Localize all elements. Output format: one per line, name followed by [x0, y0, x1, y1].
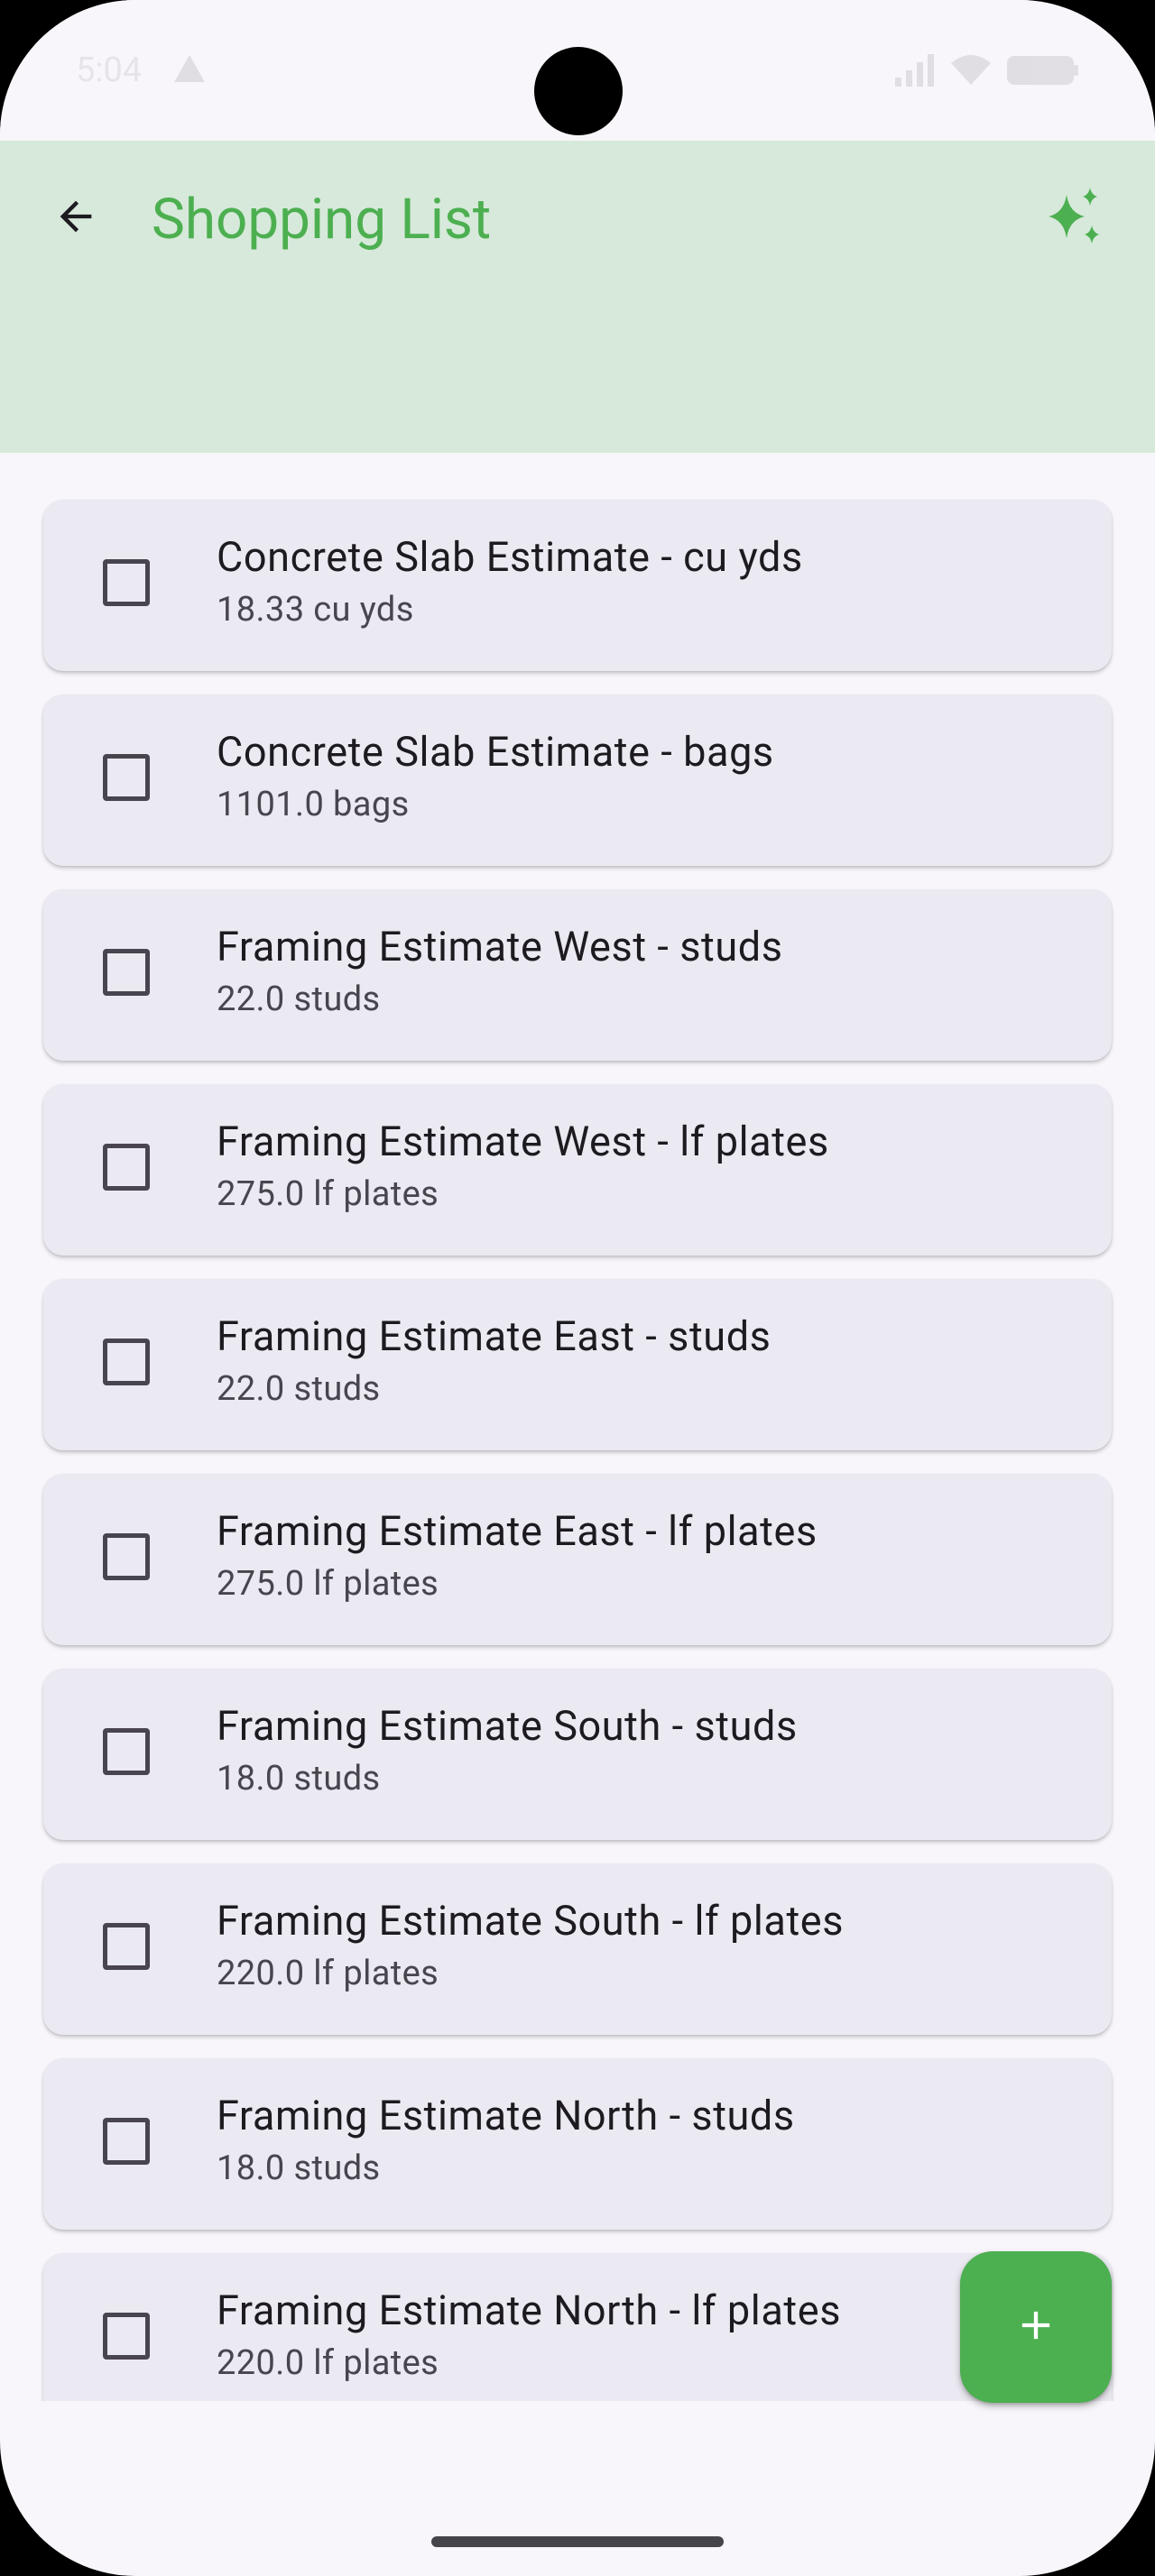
- camera-cutout: [534, 47, 623, 135]
- item-title: Framing Estimate South - lf plates: [217, 1897, 845, 1945]
- item-checkbox[interactable]: [103, 1144, 150, 1191]
- list-item[interactable]: Framing Estimate South - studs 18.0 studs: [43, 1669, 1112, 1840]
- page-title: Shopping List: [152, 187, 492, 253]
- item-checkbox[interactable]: [103, 1339, 150, 1385]
- item-title: Concrete Slab Estimate - bags: [217, 728, 774, 776]
- item-title: Framing Estimate North - lf plates: [217, 2286, 842, 2334]
- list-item[interactable]: Framing Estimate West - lf plates 275.0 l…: [43, 1084, 1112, 1256]
- battery-icon: [1007, 54, 1079, 87]
- arrow-back-icon: [52, 193, 99, 244]
- item-quantity: 1101.0 bags: [217, 785, 410, 824]
- home-indicator[interactable]: [431, 2536, 724, 2547]
- item-checkbox[interactable]: [103, 1728, 150, 1775]
- add-item-button[interactable]: [960, 2251, 1112, 2403]
- wifi-icon: [951, 54, 991, 87]
- item-title: Concrete Slab Estimate - cu yds: [217, 533, 803, 581]
- item-title: Framing Estimate East - lf plates: [217, 1507, 818, 1555]
- shopping-list[interactable]: Concrete Slab Estimate - cu yds 18.33 cu …: [0, 453, 1155, 2401]
- signal-icon: [895, 54, 935, 87]
- status-time: 5:04: [76, 51, 143, 90]
- item-quantity: 220.0 lf plates: [217, 2343, 439, 2383]
- phone-screen: 5:04 Shopping List Concrete Slab Estimat…: [0, 0, 1155, 2576]
- list-item[interactable]: Framing Estimate East - lf plates 275.0 l…: [43, 1474, 1112, 1645]
- item-checkbox[interactable]: [103, 754, 150, 801]
- list-item[interactable]: Framing Estimate North - studs 18.0 studs: [43, 2058, 1112, 2230]
- item-title: Framing Estimate West - studs: [217, 923, 783, 971]
- status-bar: 5:04: [0, 0, 1155, 141]
- item-quantity: 275.0 lf plates: [217, 1174, 439, 1214]
- list-item[interactable]: Framing Estimate East - studs 22.0 studs: [43, 1279, 1112, 1450]
- list-item[interactable]: Framing Estimate North - lf plates 220.0 …: [43, 2253, 1112, 2401]
- back-button[interactable]: [43, 186, 108, 251]
- item-quantity: 18.33 cu yds: [217, 590, 414, 630]
- list-container: Concrete Slab Estimate - cu yds 18.33 cu …: [43, 500, 1112, 2401]
- item-quantity: 18.0 studs: [217, 1759, 381, 1799]
- item-checkbox[interactable]: [103, 2118, 150, 2165]
- list-item[interactable]: Framing Estimate West - studs 22.0 studs: [43, 889, 1112, 1061]
- item-checkbox[interactable]: [103, 1533, 150, 1580]
- item-quantity: 18.0 studs: [217, 2148, 381, 2188]
- warning-icon: [173, 54, 206, 83]
- item-checkbox[interactable]: [103, 559, 150, 606]
- item-checkbox[interactable]: [103, 2313, 150, 2360]
- item-checkbox[interactable]: [103, 1923, 150, 1970]
- item-quantity: 22.0 studs: [217, 980, 381, 1019]
- list-item[interactable]: Concrete Slab Estimate - bags 1101.0 bags: [43, 695, 1112, 866]
- item-checkbox[interactable]: [103, 949, 150, 996]
- status-icons: [895, 52, 1079, 88]
- item-title: Framing Estimate East - studs: [217, 1312, 772, 1360]
- item-quantity: 220.0 lf plates: [217, 1954, 439, 1993]
- item-quantity: 275.0 lf plates: [217, 1564, 439, 1604]
- plus-icon: [1012, 2302, 1059, 2352]
- item-title: Framing Estimate South - studs: [217, 1702, 798, 1750]
- list-item[interactable]: Concrete Slab Estimate - cu yds 18.33 cu …: [43, 500, 1112, 671]
- item-quantity: 22.0 studs: [217, 1369, 381, 1409]
- ai-suggest-button[interactable]: [1036, 180, 1112, 256]
- sparkles-icon: [1043, 186, 1104, 251]
- item-title: Framing Estimate West - lf plates: [217, 1118, 829, 1165]
- item-title: Framing Estimate North - studs: [217, 2092, 795, 2139]
- list-item[interactable]: Framing Estimate South - lf plates 220.0 …: [43, 1863, 1112, 2035]
